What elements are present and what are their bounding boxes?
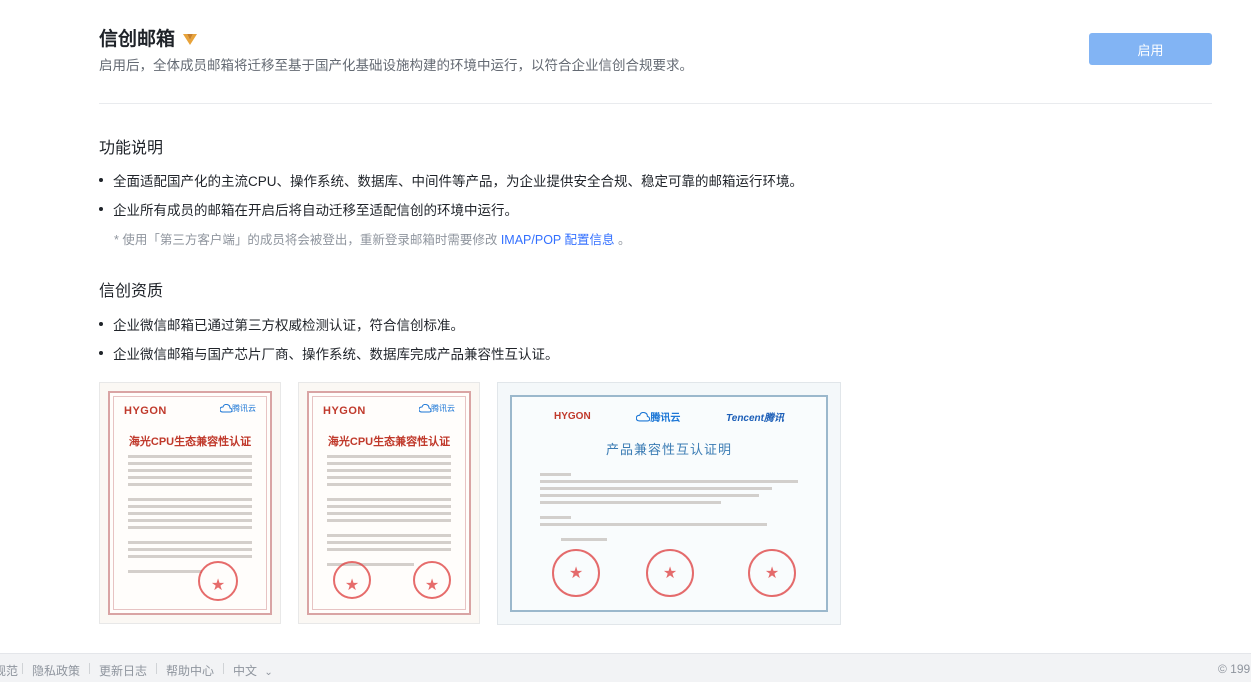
tencent-cloud-text: 腾讯云 [232,404,256,413]
language-select[interactable]: 中文 ⌄ [233,662,273,679]
certificate-image[interactable]: HYGON 腾讯云 海光CPU生态兼容性认证 [99,382,281,624]
qualification-title: 信创资质 [99,283,164,300]
client-note: * 使用「第三方客户端」的成员将会被登出，重新登录邮箱时需要修改 IMAP/PO… [114,229,631,248]
page-title: 信创邮箱 [99,28,176,50]
page-subtitle: 启用后，全体成员邮箱将迁移至基于国产化基础设施构建的环境中运行，以符合企业信创合… [99,58,693,73]
footer-link-help[interactable]: 帮助中心 [166,662,214,679]
note-text: * 使用「第三方客户端」的成员将会被登出，重新登录邮箱时需要修改 [114,233,498,247]
cloud-icon [220,404,232,413]
bullet-dot [99,322,103,326]
certificate-body [128,455,252,577]
tencent-cloud-logo: 腾讯云 [220,403,256,414]
certificate-image[interactable]: HYGON 腾讯云 Tencent腾讯 产品兼容性互认证明 [497,382,841,625]
certificate-body [540,473,798,545]
cloud-icon [419,404,431,413]
red-seal-icon [748,549,796,597]
footer-link-standards[interactable]: 规范 [0,662,18,679]
tencent-cloud-text: 腾讯云 [650,413,681,424]
bullet-dot [99,351,103,355]
certificate-image[interactable]: HYGON 腾讯云 海光CPU生态兼容性认证 [298,382,480,624]
header-divider [99,103,1212,104]
certificate-title: 海光CPU生态兼容性认证 [128,436,252,448]
copyright-text: © 199 [1218,662,1251,676]
feature-text: 全面适配国产化的主流CPU、操作系统、数据库、中间件等产品，为企业提供安全合规、… [113,174,804,189]
note-suffix: 。 [618,233,631,247]
red-seal-icon [198,561,238,601]
tencent-logo: Tencent腾讯 [726,413,784,424]
footer-link-privacy[interactable]: 隐私政策 [32,662,80,679]
page-footer: 规范 隐私政策 更新日志 帮助中心 中文 ⌄ © 199 [0,653,1251,682]
enable-button[interactable]: 启用 [1089,33,1212,65]
tencent-cloud-logo: 腾讯云 [636,409,680,424]
certificate-frame: HYGON 腾讯云 海光CPU生态兼容性认证 [108,391,272,615]
red-seal-icon [333,561,371,599]
footer-separator [22,663,23,674]
certificate-title: 产品兼容性互认证明 [605,442,732,457]
tencent-cloud-text: 腾讯云 [431,404,455,413]
certificate-frame: HYGON 腾讯云 海光CPU生态兼容性认证 [307,391,471,615]
hygon-logo: HYGON [554,411,591,422]
page-header: 信创邮箱 启用后，全体成员邮箱将迁移至基于国产化基础设施构建的环境中运行，以符合… [99,24,1212,74]
qualification-item: 企业微信邮箱与国产芯片厂商、操作系统、数据库完成产品兼容性互认证。 [99,343,559,363]
bullet-dot [99,178,103,182]
feature-text: 企业所有成员的邮箱在开启后将自动迁移至适配信创的环境中运行。 [113,203,518,218]
qualification-text: 企业微信邮箱与国产芯片厂商、操作系统、数据库完成产品兼容性互认证。 [113,347,559,362]
title-row: 信创邮箱 [99,24,1212,50]
feature-item: 企业所有成员的邮箱在开启后将自动迁移至适配信创的环境中运行。 [99,199,518,219]
tencent-cloud-logo: 腾讯云 [419,403,455,414]
features-title: 功能说明 [99,140,164,157]
vip-badge-icon [183,34,198,45]
certificate-body [327,455,451,570]
red-seal-icon [552,549,600,597]
certificate-frame: HYGON 腾讯云 Tencent腾讯 产品兼容性互认证明 [510,395,828,612]
hygon-logo: HYGON [124,405,167,417]
certificate-title: 海光CPU生态兼容性认证 [327,436,451,448]
qualification-item: 企业微信邮箱已通过第三方权威检测认证，符合信创标准。 [99,314,464,334]
certificate-logos: HYGON 腾讯云 Tencent腾讯 [554,409,784,424]
qualification-text: 企业微信邮箱已通过第三方权威检测认证，符合信创标准。 [113,318,464,333]
footer-link-changelog[interactable]: 更新日志 [99,662,147,679]
imap-pop-config-link[interactable]: IMAP/POP 配置信息 [501,233,615,247]
footer-separator [223,663,224,674]
red-seal-icon [646,549,694,597]
feature-item: 全面适配国产化的主流CPU、操作系统、数据库、中间件等产品，为企业提供安全合规、… [99,170,803,190]
bullet-dot [99,207,103,211]
language-label: 中文 [233,664,258,678]
red-seal-icon [413,561,451,599]
hygon-logo: HYGON [323,405,366,417]
cloud-icon [636,411,651,421]
footer-separator [89,663,90,674]
footer-separator [156,663,157,674]
chevron-down-icon: ⌄ [264,667,273,678]
